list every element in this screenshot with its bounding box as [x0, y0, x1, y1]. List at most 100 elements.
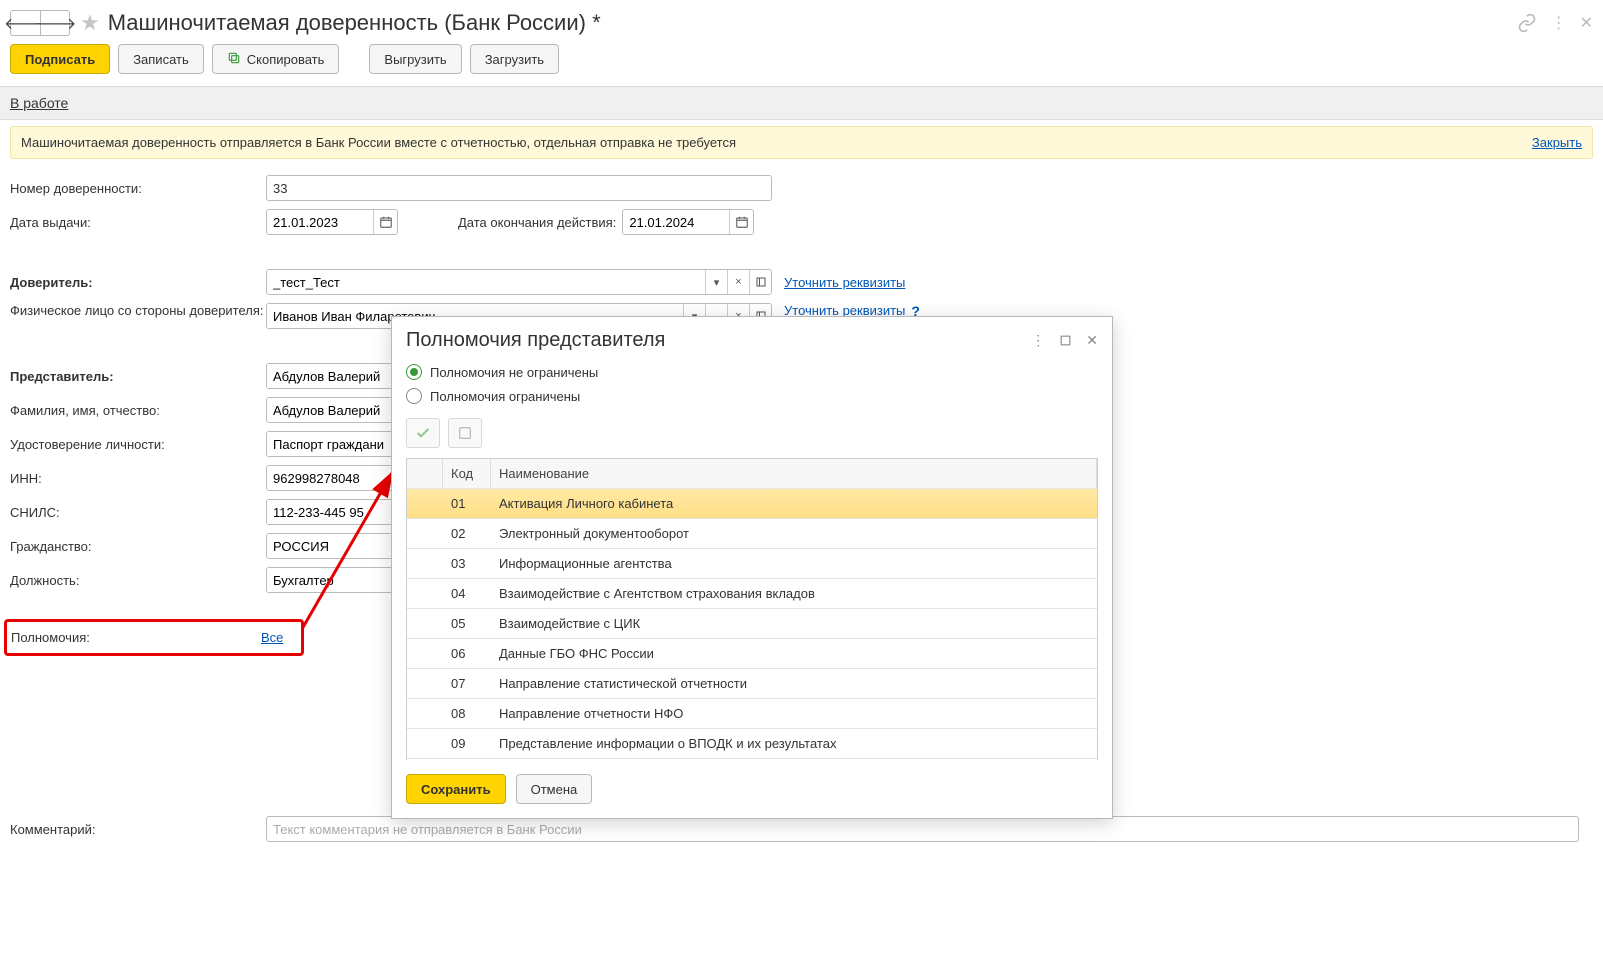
calendar-icon[interactable]	[729, 210, 753, 234]
grid-row[interactable]: 02Электронный документооборот	[407, 519, 1097, 549]
row-check-cell	[407, 729, 443, 758]
row-check-cell	[407, 699, 443, 728]
doc-label: Удостоверение личности:	[10, 437, 266, 452]
row-check-cell	[407, 669, 443, 698]
row-name: Активация Личного кабинета	[491, 489, 1097, 518]
grantor-input[interactable]	[267, 270, 705, 294]
grid-row[interactable]: 01Активация Личного кабинета	[407, 489, 1097, 519]
issue-date-label: Дата выдачи:	[10, 215, 266, 230]
check-all-button[interactable]	[406, 418, 440, 448]
grid-row[interactable]: 09Представление информации о ВПОДК и их …	[407, 729, 1097, 759]
open-icon[interactable]	[749, 270, 771, 294]
clear-icon[interactable]: ×	[727, 270, 749, 294]
row-code: 06	[443, 639, 491, 668]
doc-input[interactable]	[267, 432, 395, 456]
info-bar: Машиночитаемая доверенность отправляется…	[10, 126, 1593, 159]
row-code: 01	[443, 489, 491, 518]
powers-dialog: Полномочия представителя ⋮ ✕ Полномочия …	[391, 316, 1113, 819]
row-code: 07	[443, 669, 491, 698]
grid-row[interactable]: 06Данные ГБО ФНС России	[407, 639, 1097, 669]
grantor-details-link[interactable]: Уточнить реквизиты	[784, 275, 905, 290]
dialog-maximize-icon[interactable]	[1059, 334, 1072, 347]
radio-unlimited[interactable]: Полномочия не ограничены	[406, 364, 1098, 380]
comment-label: Комментарий:	[10, 822, 266, 837]
dialog-save-button[interactable]: Сохранить	[406, 774, 506, 804]
fio-label: Фамилия, имя, отчество:	[10, 403, 266, 418]
end-date-field[interactable]	[622, 209, 754, 235]
citizen-field[interactable]	[266, 533, 396, 559]
more-menu-icon[interactable]: ⋮	[1551, 13, 1566, 33]
powers-grid: Код Наименование 01Активация Личного каб…	[406, 458, 1098, 760]
sign-button[interactable]: Подписать	[10, 44, 110, 74]
nav-fwd-button[interactable]: 🡒	[40, 10, 70, 36]
row-check-cell	[407, 639, 443, 668]
row-code: 09	[443, 729, 491, 758]
link-icon[interactable]	[1517, 13, 1537, 33]
copy-label: Скопировать	[247, 52, 325, 67]
dropdown-icon[interactable]: ▾	[705, 270, 727, 294]
fio-input[interactable]	[267, 398, 395, 422]
comment-input[interactable]	[266, 816, 1579, 842]
dialog-cancel-button[interactable]: Отмена	[516, 774, 593, 804]
grid-row[interactable]: 03Информационные агентства	[407, 549, 1097, 579]
grid-row[interactable]: 05Взаимодействие с ЦИК	[407, 609, 1097, 639]
rep-field[interactable]	[266, 363, 396, 389]
grid-body[interactable]: 01Активация Личного кабинета02Электронны…	[407, 489, 1097, 760]
radio-icon	[406, 388, 422, 404]
snils-input[interactable]	[267, 500, 395, 524]
grantor-field[interactable]: ▾ ×	[266, 269, 772, 295]
radio-limited[interactable]: Полномочия ограничены	[406, 388, 1098, 404]
fio-field[interactable]	[266, 397, 396, 423]
favorite-star-icon[interactable]: ★	[80, 10, 100, 36]
radio-unlimited-label: Полномочия не ограничены	[430, 365, 598, 380]
row-name: Взаимодействие с Агентством страхования …	[491, 579, 1097, 608]
grid-row[interactable]: 04Взаимодействие с Агентством страховани…	[407, 579, 1097, 609]
inn-field[interactable]	[266, 465, 396, 491]
grid-row[interactable]: 08Направление отчетности НФО	[407, 699, 1097, 729]
copy-button[interactable]: Скопировать	[212, 44, 340, 74]
dialog-close-icon[interactable]: ✕	[1086, 332, 1098, 349]
status-link[interactable]: В работе	[10, 95, 68, 111]
import-button[interactable]: Загрузить	[470, 44, 559, 74]
inn-label: ИНН:	[10, 471, 266, 486]
row-code: 03	[443, 549, 491, 578]
grid-row[interactable]: 07Направление статистической отчетности	[407, 669, 1097, 699]
row-name: Направление отчетности НФО	[491, 699, 1097, 728]
row-check-cell	[407, 489, 443, 518]
grantor-person-label: Физическое лицо со стороны доверителя:	[10, 303, 266, 320]
radio-limited-label: Полномочия ограничены	[430, 389, 580, 404]
row-code: 05	[443, 609, 491, 638]
col-code: Код	[443, 459, 491, 488]
position-input[interactable]	[267, 568, 395, 592]
dialog-more-icon[interactable]: ⋮	[1031, 332, 1045, 349]
main-toolbar: Подписать Записать Скопировать Выгрузить…	[10, 44, 1593, 74]
write-button[interactable]: Записать	[118, 44, 204, 74]
doc-field[interactable]	[266, 431, 396, 457]
rep-input[interactable]	[267, 364, 395, 388]
row-code: 02	[443, 519, 491, 548]
row-name: Электронный документооборот	[491, 519, 1097, 548]
snils-label: СНИЛС:	[10, 505, 266, 520]
col-name: Наименование	[491, 459, 1097, 488]
number-input[interactable]	[266, 175, 772, 201]
grantor-label: Доверитель:	[10, 275, 266, 290]
export-button[interactable]: Выгрузить	[369, 44, 461, 74]
status-bar: В работе	[0, 86, 1603, 120]
dialog-title: Полномочия представителя	[406, 329, 665, 352]
powers-all-link[interactable]: Все	[261, 630, 283, 645]
end-date-input[interactable]	[623, 210, 729, 234]
issue-date-field[interactable]	[266, 209, 398, 235]
uncheck-all-button[interactable]	[448, 418, 482, 448]
info-close-link[interactable]: Закрыть	[1532, 135, 1582, 150]
position-label: Должность:	[10, 573, 266, 588]
citizen-input[interactable]	[267, 534, 395, 558]
row-code: 08	[443, 699, 491, 728]
calendar-icon[interactable]	[373, 210, 397, 234]
inn-input[interactable]	[267, 466, 395, 490]
row-name: Взаимодействие с ЦИК	[491, 609, 1097, 638]
snils-field[interactable]	[266, 499, 396, 525]
info-text: Машиночитаемая доверенность отправляется…	[21, 135, 736, 150]
issue-date-input[interactable]	[267, 210, 373, 234]
position-field[interactable]	[266, 567, 396, 593]
close-window-icon[interactable]: ✕	[1580, 13, 1593, 33]
